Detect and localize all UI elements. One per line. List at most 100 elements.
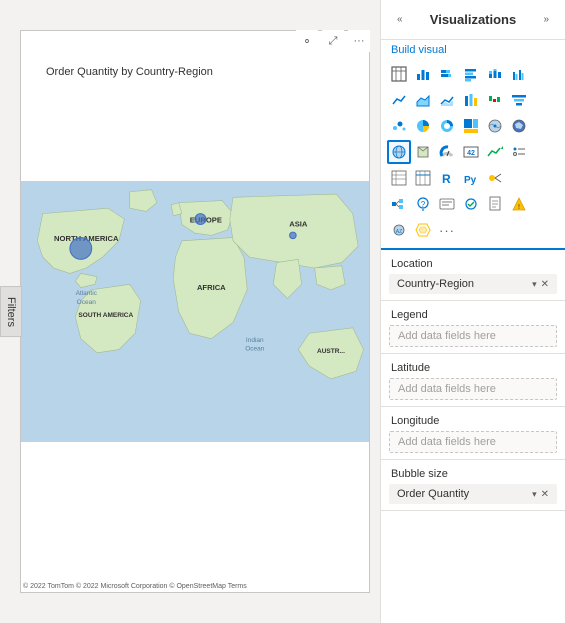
area-chart-icon[interactable] [411,88,435,112]
longitude-section: Longitude Add data fields here [381,407,565,460]
bubble-size-value: Order Quantity [397,488,532,500]
metric-icon[interactable] [459,192,483,216]
location-value: Country-Region [397,278,532,290]
australia-label: AUSTR... [317,348,345,355]
slicer-icon[interactable] [507,140,531,164]
filter-visual-button[interactable]: ⚬ [296,30,318,52]
latitude-empty-row[interactable]: Add data fields here [389,378,557,400]
svg-text:42: 42 [467,150,475,157]
africa-label: AFRICA [197,283,226,292]
scatter-chart-icon[interactable] [387,114,411,138]
viz-icons-row-1 [387,62,559,86]
line-chart-icon[interactable] [387,88,411,112]
map-title: Order Quantity by Country-Region [46,66,213,78]
bubble-size-value-row: Order Quantity ▾ ✕ [389,484,557,504]
fields-panel: Location Country-Region ▾ ✕ Legend Add d… [381,250,565,623]
svg-text:!: ! [518,204,520,211]
bubble-size-chevron-icon[interactable]: ▾ [532,489,537,500]
qa-visual-icon[interactable]: ? [411,192,435,216]
svg-text:?: ? [421,200,426,209]
map-attribution: © 2022 TomTom © 2022 Microsoft Corporati… [23,583,247,590]
treemap-icon[interactable] [459,114,483,138]
key-influencers-icon[interactable] [483,166,507,190]
focus-mode-button[interactable]: ⤢ [322,30,344,52]
bubble-asia [290,232,297,239]
viz-icons-row-3 [387,114,559,138]
globe-map-icon[interactable] [387,140,411,164]
map-icon[interactable] [483,114,507,138]
pie-chart-icon[interactable] [411,114,435,138]
ribbon-chart-icon[interactable] [459,88,483,112]
location-close-icon[interactable]: ✕ [541,279,549,290]
south-america-label: SOUTH AMERICA [78,312,133,319]
more-visuals-icon[interactable]: ··· [435,218,459,242]
build-visual-link[interactable]: Build visual [381,40,565,58]
right-panel: « Visualizations » Build visual [380,0,565,623]
svg-text:R: R [442,172,451,186]
legend-placeholder: Add data fields here [398,330,496,342]
location-chevron-icon[interactable]: ▾ [532,279,537,290]
svg-text:AZ: AZ [396,229,402,235]
donut-chart-icon[interactable] [435,114,459,138]
viz-icons-row-2 [387,88,559,112]
location-section: Location Country-Region ▾ ✕ [381,250,565,301]
svg-text:▲: ▲ [500,145,503,151]
map-toolbar: ⚬ ⤢ ··· [296,30,370,52]
bubble-north-america [70,238,92,260]
legend-section: Legend Add data fields here [381,301,565,354]
bubble-size-label: Bubble size [381,460,565,484]
svg-text:Ocean: Ocean [245,346,265,353]
viz-icons-row-4: 42 ▲ [387,140,559,164]
longitude-placeholder: Add data fields here [398,436,496,448]
location-value-icons: ▾ ✕ [532,279,549,290]
map-container: Order Quantity by Country-Region [20,30,370,593]
shape-map-icon[interactable] [411,140,435,164]
clustered-bar-icon[interactable] [459,62,483,86]
table2-icon[interactable] [411,166,435,190]
legend-empty-row[interactable]: Add data fields here [389,325,557,347]
latitude-placeholder: Add data fields here [398,383,496,395]
bubble-size-close-icon[interactable]: ✕ [541,489,549,500]
viz-header: « Visualizations » [381,0,565,40]
longitude-empty-row[interactable]: Add data fields here [389,431,557,453]
kpi-icon[interactable]: ▲ [483,140,507,164]
svg-text:Ocean: Ocean [77,299,97,306]
filled-map-icon[interactable] [507,114,531,138]
stacked-col-icon[interactable] [483,62,507,86]
field-map-icon[interactable] [411,218,435,242]
bubble-europe [195,214,206,225]
atlantic-ocean-label: Atlantic [76,290,98,297]
visualizations-title: Visualizations [430,12,516,27]
python-visual-icon[interactable]: Py [459,166,483,190]
matrix-icon[interactable] [387,166,411,190]
table-icon[interactable] [387,62,411,86]
latitude-label: Latitude [381,354,565,378]
viz-icons-row-5: R Py [387,166,559,190]
card-icon[interactable]: 42 [459,140,483,164]
filters-tab[interactable]: Filters [0,286,22,338]
smart-narrative-icon[interactable] [435,192,459,216]
bubble-size-value-icons: ▾ ✕ [532,489,549,500]
funnel-icon[interactable] [507,88,531,112]
more-options-button[interactable]: ··· [348,30,370,52]
stacked-bar-icon[interactable] [435,62,459,86]
r-visual-icon[interactable]: R [435,166,459,190]
waterfall-icon[interactable] [483,88,507,112]
collapse-left-button[interactable]: « [391,8,409,31]
viz-icons-row-6: ? ! [387,192,559,216]
bar-chart-icon[interactable] [411,62,435,86]
gauge-icon[interactable] [435,140,459,164]
svg-text:Py: Py [464,175,477,186]
azure-map-icon[interactable]: AZ [387,218,411,242]
world-map-svg: NORTH AMERICA SOUTH AMERICA EUROPE AFRIC… [21,31,369,592]
paginated-report-icon[interactable] [483,192,507,216]
clustered-col-icon[interactable] [507,62,531,86]
collapse-right-button[interactable]: » [537,8,555,31]
bubble-size-section: Bubble size Order Quantity ▾ ✕ [381,460,565,511]
viz-icons-grid: 42 ▲ R Py [381,58,565,250]
indian-ocean-label: Indian [246,337,264,344]
filters-label: Filters [5,297,17,327]
decomp-tree-icon[interactable] [387,192,411,216]
line-stacked-area-icon[interactable] [435,88,459,112]
azure-anomaly-icon[interactable]: ! [507,192,531,216]
